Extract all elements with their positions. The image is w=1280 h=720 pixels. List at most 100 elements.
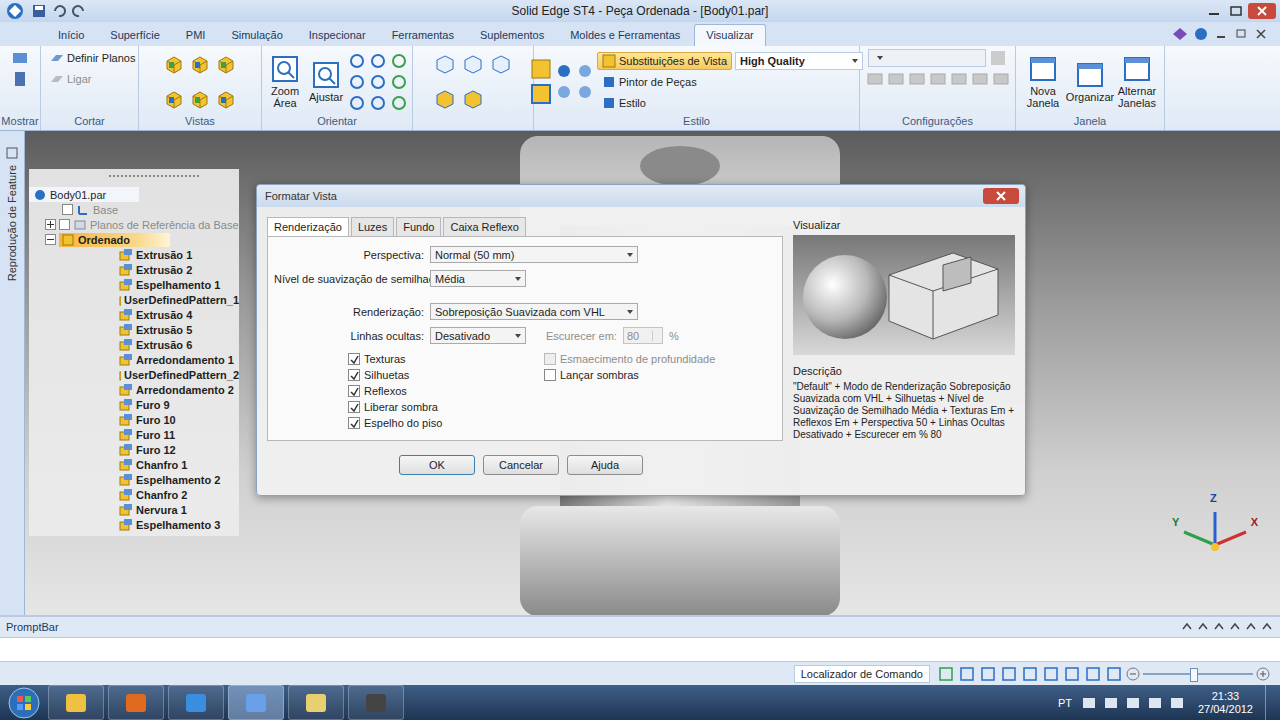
orient-icon[interactable] (369, 73, 387, 91)
view-tool-icon[interactable] (1084, 666, 1102, 682)
view-tool-icon[interactable] (958, 666, 976, 682)
hide-icon[interactable] (11, 70, 29, 88)
view-tool-icon[interactable] (979, 666, 997, 682)
feature-node[interactable]: UserDefinedPattern_1 (29, 292, 239, 307)
feature-node[interactable]: Chanfro 2 (29, 487, 239, 502)
taskbar-app[interactable] (228, 685, 284, 720)
close-icon[interactable] (983, 188, 1019, 204)
clock[interactable]: 21:3327/04/2012 (1190, 690, 1261, 716)
dialog-tab[interactable]: Fundo (396, 217, 441, 236)
option-checkbox[interactable]: Espelho do piso (348, 417, 528, 429)
tray-icon[interactable] (1102, 695, 1120, 711)
view-orientation-icon[interactable] (489, 52, 513, 76)
orient-icon[interactable] (369, 94, 387, 112)
command-locator[interactable]: Localizador de Comando (794, 665, 930, 683)
doc-close-icon[interactable] (1254, 27, 1268, 41)
quality-dropdown[interactable]: High Quality (735, 52, 863, 70)
tree-node[interactable]: Planos de Referência da Base (29, 217, 239, 232)
pin-icon[interactable] (4, 145, 20, 161)
orient-icon[interactable] (390, 52, 408, 70)
save-icon[interactable] (32, 4, 46, 18)
option-checkbox[interactable]: Lançar sombras (544, 369, 724, 381)
taskbar-app[interactable] (168, 685, 224, 720)
prompt-text-area[interactable] (0, 637, 1280, 661)
ribbon-tab[interactable]: Suplementos (468, 24, 556, 46)
prompt-bar-control-icon[interactable] (1196, 620, 1210, 634)
expander-icon[interactable] (45, 234, 56, 245)
ribbon-button[interactable]: Ajustar (307, 61, 345, 103)
show-desktop-button[interactable] (1265, 685, 1280, 720)
language-indicator[interactable]: PT (1058, 697, 1072, 709)
doc-minimize-icon[interactable] (1214, 27, 1228, 41)
view-orientation-icon[interactable] (433, 52, 457, 76)
feature-node[interactable]: Furo 12 (29, 442, 239, 457)
tray-icon[interactable] (1124, 695, 1142, 711)
feature-node[interactable]: Espelhamento 2 (29, 472, 239, 487)
view-cube-icon[interactable] (189, 88, 211, 110)
dialog-button[interactable]: Cancelar (483, 455, 559, 475)
feature-node[interactable]: Arredondamento 1 (29, 352, 239, 367)
orient-icon[interactable] (348, 73, 366, 91)
view-orientation-icon[interactable] (461, 52, 485, 76)
ribbon-tab[interactable]: Início (46, 24, 96, 46)
feature-node[interactable]: Extrusão 4 (29, 307, 239, 322)
dialog-tab[interactable]: Caixa Reflexo (443, 217, 525, 236)
dialog-tab[interactable]: Renderização (267, 217, 349, 236)
start-orb-icon[interactable] (4, 686, 44, 720)
dialog-button[interactable]: OK (399, 455, 475, 475)
view-cube-icon[interactable] (189, 53, 211, 75)
tree-node[interactable]: Ordenado (29, 232, 239, 247)
zoom-in-icon[interactable] (1256, 667, 1270, 681)
prompt-bar-control-icon[interactable] (1212, 620, 1226, 634)
tree-root[interactable]: Body01.par (29, 187, 139, 202)
style-icon[interactable] (555, 62, 573, 80)
feature-node[interactable]: Chanfro 1 (29, 457, 239, 472)
tray-icon[interactable] (1146, 695, 1164, 711)
orient-icon[interactable] (390, 94, 408, 112)
taskbar-app[interactable] (288, 685, 344, 720)
ribbon-tab[interactable]: PMI (174, 24, 218, 46)
feature-node[interactable]: Extrusão 1 (29, 247, 239, 262)
view-cube-icon[interactable] (163, 53, 185, 75)
expander-icon[interactable] (45, 219, 56, 230)
ribbon-button[interactable]: Organizar (1068, 61, 1112, 103)
style-icon[interactable] (576, 62, 594, 80)
ribbon-button[interactable]: Estilo (597, 94, 651, 112)
shaded-edges-icon[interactable] (530, 83, 552, 105)
ribbon-tab[interactable]: Superfície (98, 24, 172, 46)
view-tool-icon[interactable] (1000, 666, 1018, 682)
shaded-icon[interactable] (530, 58, 552, 80)
option-checkbox[interactable]: Silhuetas (348, 369, 528, 381)
field-select[interactable]: Média (430, 270, 526, 287)
doc-restore-icon[interactable] (1234, 27, 1248, 41)
orient-icon[interactable] (369, 52, 387, 70)
option-checkbox[interactable]: Liberar sombra (348, 401, 528, 413)
ribbon-tab[interactable]: Moldes e Ferramentas (558, 24, 692, 46)
feature-node[interactable]: Espelhamento 1 (29, 277, 239, 292)
feature-node[interactable]: Extrusão 2 (29, 262, 239, 277)
ribbon-tab[interactable]: Ferramentas (380, 24, 466, 46)
solid-edge-logo-icon[interactable] (4, 2, 26, 20)
ribbon-button[interactable]: Alternar Janelas (1115, 55, 1159, 109)
feature-node[interactable]: Espelhamento 3 (29, 517, 239, 532)
orient-icon[interactable] (348, 94, 366, 112)
redo-icon[interactable] (72, 4, 86, 18)
ribbon-tab[interactable]: Simulação (219, 24, 294, 46)
view-overrides-button[interactable]: Substituições de Vista (597, 52, 732, 70)
ribbon-tab[interactable]: Visualizar (694, 24, 766, 46)
option-checkbox[interactable]: Texturas (348, 353, 528, 365)
view-tool-icon[interactable] (1042, 666, 1060, 682)
feature-node[interactable]: UserDefinedPattern_2 (29, 367, 239, 382)
feature-node[interactable]: Arredondamento 2 (29, 382, 239, 397)
feature-playback-tab[interactable]: Reprodução de Feature (6, 165, 18, 281)
help-icon[interactable] (1194, 27, 1208, 41)
field-select[interactable]: Normal (50 mm) (430, 246, 638, 263)
zoom-slider[interactable] (1143, 667, 1253, 681)
view-cube-icon[interactable] (215, 88, 237, 110)
zoom-out-icon[interactable] (1126, 667, 1140, 681)
visibility-checkbox[interactable] (59, 219, 70, 230)
restore-icon[interactable] (1226, 4, 1246, 18)
close-icon[interactable] (1248, 3, 1276, 19)
style-icon[interactable] (555, 83, 573, 101)
dialog-tab[interactable]: Luzes (351, 217, 394, 236)
